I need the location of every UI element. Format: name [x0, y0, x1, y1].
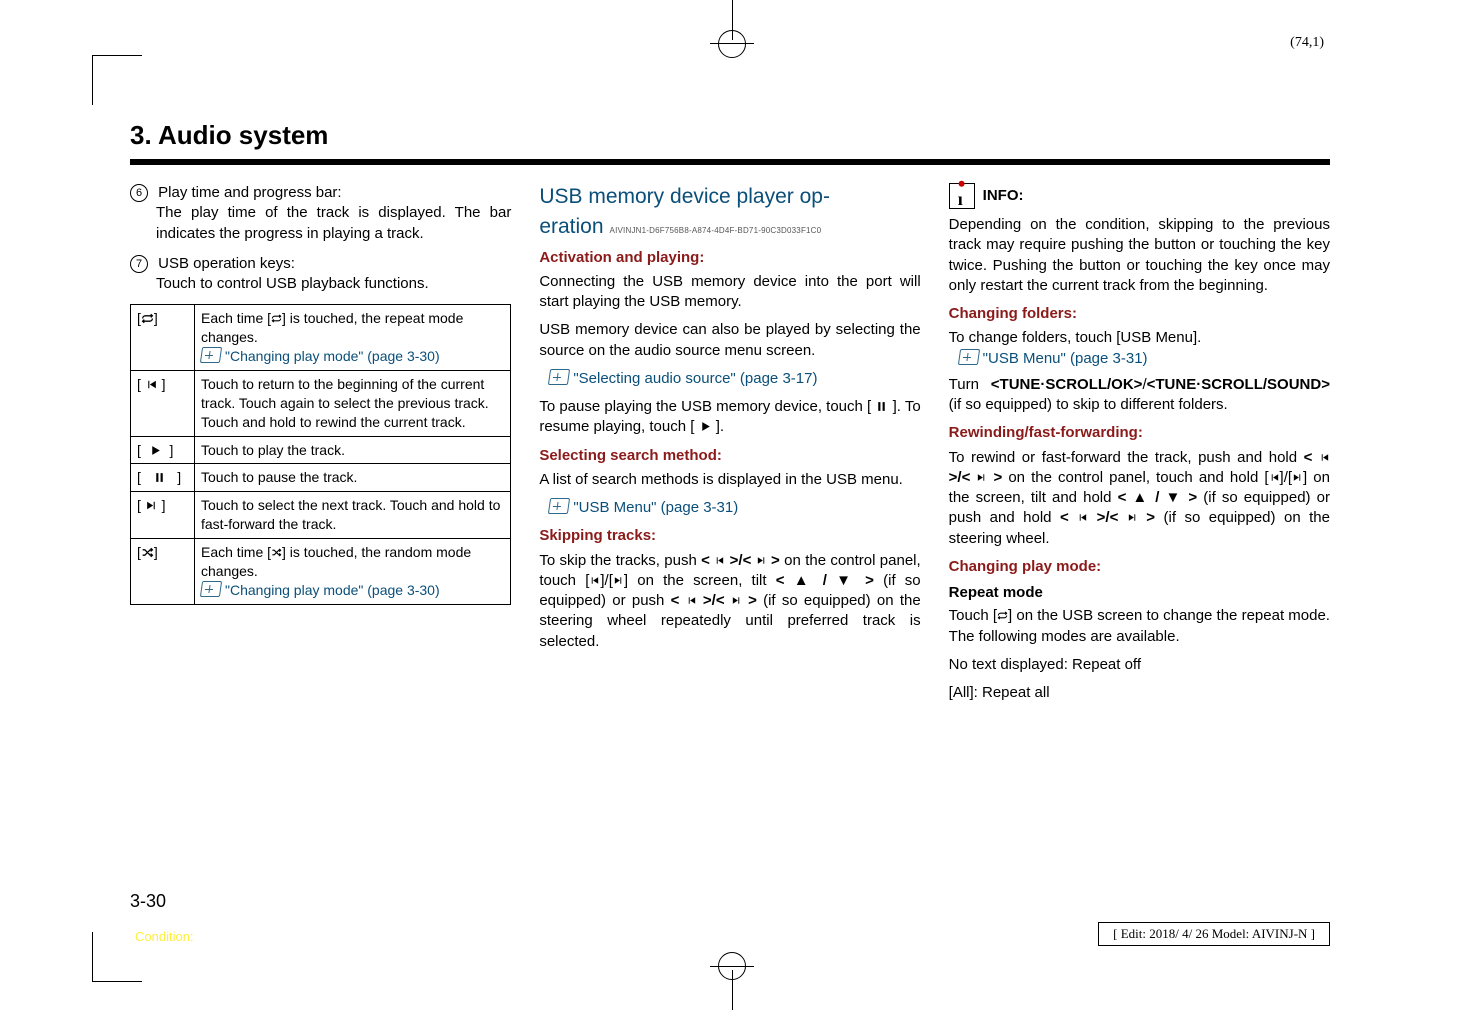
table-row: [] Each time [] is touched, the random m…	[131, 539, 511, 605]
play-icon	[699, 420, 712, 433]
cell-icon: [ ]	[131, 492, 195, 539]
heading-rewind-ff: Rewinding/fast-forwarding:	[949, 423, 1330, 443]
skip-next-icon	[1127, 512, 1138, 523]
heading-activation: Activation and playing:	[539, 248, 920, 268]
registration-mark-bottom	[687, 960, 777, 1010]
cell-icon: [ ]	[131, 436, 195, 464]
guid-code: AIVINJN1-D6F756B8-A874-4D4F-BD71-90C3D03…	[610, 226, 822, 237]
skip-next-icon	[756, 555, 767, 566]
item7-body: Touch to control USB playback functions.	[156, 274, 511, 294]
info-icon: •ı	[949, 183, 975, 209]
skip-prev-icon	[686, 595, 697, 606]
info-label: INFO:	[983, 186, 1024, 206]
controls-table: [] Each time [] is touched, the repeat m…	[130, 304, 511, 605]
info-body: Depending on the condition, skipping to …	[949, 215, 1330, 296]
repeat-icon	[141, 312, 154, 325]
skip-prev-icon	[714, 555, 725, 566]
para-change-folders: To change folders, touch [USB Menu].	[949, 328, 1330, 348]
para-repeat-off: No text displayed: Repeat off	[949, 655, 1330, 675]
cell-desc: Touch to play the track.	[195, 436, 511, 464]
link-changing-play-mode: "Changing play mode" (page 3-30)	[225, 582, 440, 598]
cell-desc: Each time [] is touched, the random mode…	[195, 539, 511, 605]
registration-crosshair-top	[710, 43, 754, 44]
para-activation-2: USB memory device can also be played by …	[539, 320, 920, 361]
cell-icon: []	[131, 305, 195, 371]
cell-icon: [ ]	[131, 464, 195, 492]
link-usb-menu: "USB Menu" (page 3-31)	[573, 499, 738, 516]
skip-prev-icon	[1319, 452, 1330, 463]
column-right: •ı INFO: Depending on the condition, ski…	[949, 183, 1330, 711]
heading-select-method: Selecting search method:	[539, 446, 920, 466]
skip-prev-icon	[1269, 472, 1280, 483]
cell-icon: []	[131, 539, 195, 605]
cell-desc: Touch to pause the track.	[195, 464, 511, 492]
cell-desc: Touch to select the next track. Touch an…	[195, 492, 511, 539]
table-row: [ ] Touch to play the track.	[131, 436, 511, 464]
section-title: 3. Audio system	[130, 120, 1330, 153]
repeat-icon	[271, 313, 282, 324]
table-row: [ ] Touch to select the next track. Touc…	[131, 492, 511, 539]
cell-desc: Touch to return to the beginning of the …	[195, 370, 511, 436]
para-pause-resume: To pause playing the USB memory device, …	[539, 397, 920, 438]
para-select-method: A list of search methods is displayed in…	[539, 470, 920, 490]
edit-info-box: [ Edit: 2018/ 4/ 26 Model: AIVINJ-N ]	[1098, 922, 1330, 946]
reference-icon	[201, 582, 225, 598]
heading-repeat-mode: Repeat mode	[949, 583, 1330, 603]
table-row: [] Each time [] is touched, the repeat m…	[131, 305, 511, 371]
para-repeat-mode: Touch [] on the USB screen to change the…	[949, 606, 1330, 647]
skip-next-icon	[1292, 472, 1303, 483]
column-left: 6 Play time and progress bar: The play t…	[130, 183, 511, 711]
title-rule	[130, 159, 1330, 165]
para-repeat-all: [All]: Repeat all	[949, 683, 1330, 703]
item6-label: Play time and progress bar:	[158, 184, 341, 201]
item6-body: The play time of the track is displayed.…	[156, 203, 511, 244]
link-selecting-audio-source: "Selecting audio source" (page 3-17)	[573, 370, 817, 387]
pause-icon	[153, 471, 166, 484]
para-rewind-ff: To rewind or fast-forward the track, pus…	[949, 448, 1330, 549]
condition-label: Condition:	[135, 929, 194, 944]
repeat-icon	[997, 610, 1008, 621]
heading-changing-folders: Changing folders:	[949, 304, 1330, 324]
page-number: 3-30	[130, 891, 166, 912]
registration-crosshair-bottom	[710, 966, 754, 967]
link-usb-menu: "USB Menu" (page 3-31)	[983, 350, 1148, 367]
play-icon	[149, 444, 162, 457]
list-marker-6: 6	[130, 184, 148, 202]
skip-next-icon	[976, 472, 987, 483]
para-activation-1: Connecting the USB memory device into th…	[539, 272, 920, 313]
cell-desc: Each time [] is touched, the repeat mode…	[195, 305, 511, 371]
item7-label: USB operation keys:	[158, 255, 295, 272]
reference-icon	[549, 370, 573, 387]
heading-skipping: Skipping tracks:	[539, 526, 920, 546]
skip-next-icon	[731, 595, 742, 606]
usb-heading: USB memory device player op-	[539, 183, 920, 211]
table-row: [ ] Touch to return to the beginning of …	[131, 370, 511, 436]
table-row: [ ] Touch to pause the track.	[131, 464, 511, 492]
pause-icon	[875, 400, 888, 413]
reference-icon	[201, 348, 225, 364]
skip-prev-icon	[145, 378, 158, 391]
para-turn-knob: Turn <TUNE·SCROLL/OK>/<TUNE·SCROLL/SOUND…	[949, 375, 1330, 416]
link-changing-play-mode: "Changing play mode" (page 3-30)	[225, 348, 440, 364]
sheet-coordinate: (74,1)	[1290, 35, 1324, 51]
shuffle-icon	[271, 547, 282, 558]
skip-prev-icon	[589, 575, 600, 586]
skip-next-icon	[613, 575, 624, 586]
skip-prev-icon	[1077, 512, 1088, 523]
skip-next-icon	[145, 499, 158, 512]
heading-changing-play-mode: Changing play mode:	[949, 557, 1330, 577]
cell-icon: [ ]	[131, 370, 195, 436]
para-skipping: To skip the tracks, push < >/< > on the …	[539, 551, 920, 652]
usb-heading-line2: eration	[539, 213, 603, 241]
shuffle-icon	[141, 546, 154, 559]
column-middle: USB memory device player op- eration AIV…	[539, 183, 920, 711]
reference-icon	[959, 350, 983, 367]
reference-icon	[549, 499, 573, 516]
page-content: 3. Audio system 6 Play time and progress…	[90, 80, 1370, 940]
list-marker-7: 7	[130, 255, 148, 273]
